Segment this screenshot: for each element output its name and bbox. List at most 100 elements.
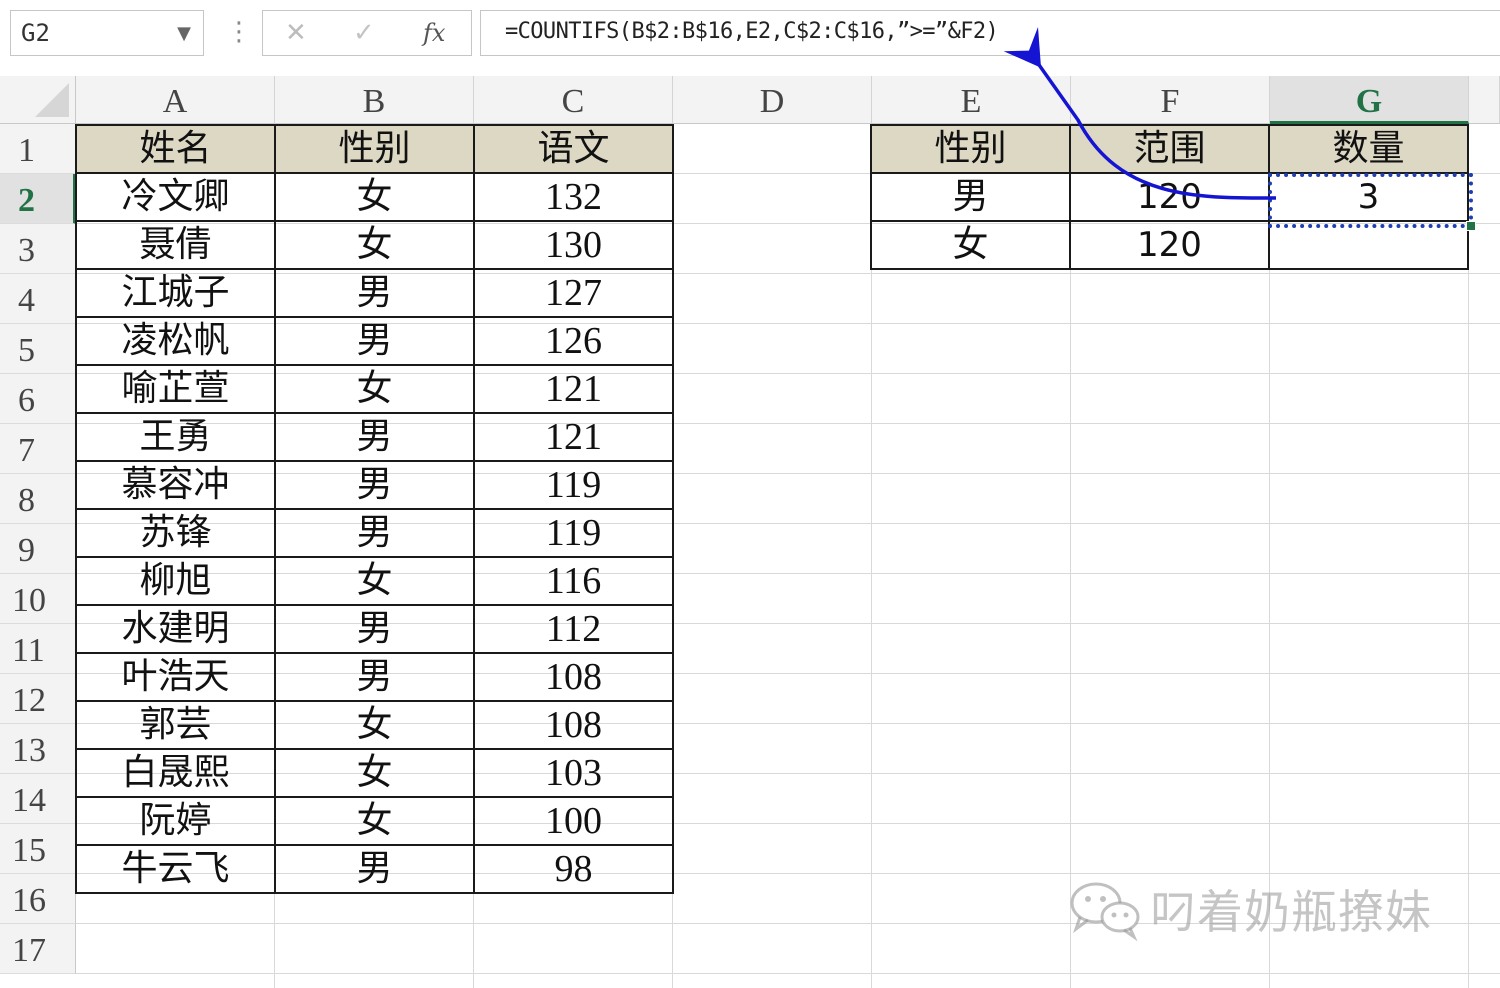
insert-function-button[interactable]: fx xyxy=(423,15,445,51)
lookup-table-cell[interactable]: 女 xyxy=(870,220,1071,270)
enter-button[interactable]: ✓ xyxy=(353,15,375,51)
data-table-cell[interactable]: 108 xyxy=(473,700,674,750)
data-table-cell[interactable]: 98 xyxy=(473,844,674,894)
data-table-cell[interactable]: 男 xyxy=(274,412,475,462)
data-table-cell[interactable]: 男 xyxy=(274,268,475,318)
row-header-5[interactable]: 5 xyxy=(0,324,76,374)
formula-buttons: ✕ ✓ fx xyxy=(262,10,472,56)
data-table-cell[interactable]: 女 xyxy=(274,556,475,606)
data-table-row: 牛云飞男 98 xyxy=(75,844,674,894)
row-header-16[interactable]: 16 xyxy=(0,874,76,924)
column-header-d[interactable]: D xyxy=(673,76,872,124)
row-header-14[interactable]: 14 xyxy=(0,774,76,824)
data-table-cell[interactable]: 132 xyxy=(473,172,674,222)
lookup-table-row: 男 120 3 xyxy=(870,172,1469,222)
data-table-cell[interactable]: 男 xyxy=(274,508,475,558)
lookup-table-cell[interactable] xyxy=(1268,220,1469,270)
data-table-cell[interactable]: 苏锋 xyxy=(75,508,276,558)
lookup-table-cell[interactable]: 120 xyxy=(1069,172,1270,222)
row-header-9[interactable]: 9 xyxy=(0,524,76,574)
data-table-cell[interactable]: 女 xyxy=(274,700,475,750)
data-table-cell[interactable]: 女 xyxy=(274,748,475,798)
data-table-cell[interactable]: 119 xyxy=(473,460,674,510)
select-all-button[interactable] xyxy=(0,76,76,124)
data-table-cell[interactable]: 108 xyxy=(473,652,674,702)
row-header-7[interactable]: 7 xyxy=(0,424,76,474)
column-header-f[interactable]: F xyxy=(1071,76,1270,124)
column-header-e[interactable]: E xyxy=(872,76,1071,124)
data-table-cell[interactable]: 水建明 xyxy=(75,604,276,654)
row-header-6[interactable]: 6 xyxy=(0,374,76,424)
data-table-cell[interactable]: 叶浩天 xyxy=(75,652,276,702)
data-table-cell[interactable]: 女 xyxy=(274,220,475,270)
row-header-2[interactable]: 2 xyxy=(0,174,76,224)
data-table-cell[interactable]: 喻芷萱 xyxy=(75,364,276,414)
lookup-table-body: 男 120 3 女 120 xyxy=(870,172,1469,270)
cancel-button[interactable]: ✕ xyxy=(285,15,307,51)
data-table-cell[interactable]: 聂倩 xyxy=(75,220,276,270)
data-table-cell[interactable]: 白晟熙 xyxy=(75,748,276,798)
data-table-cell[interactable]: 女 xyxy=(274,796,475,846)
row-header-13[interactable]: 13 xyxy=(0,724,76,774)
data-table-cell[interactable]: 130 xyxy=(473,220,674,270)
more-vertical-icon[interactable]: ⋮ xyxy=(226,14,252,50)
row-header-8[interactable]: 8 xyxy=(0,474,76,524)
lookup-table-header-cell[interactable]: 范围 xyxy=(1069,124,1270,174)
data-table-cell[interactable]: 121 xyxy=(473,364,674,414)
column-header-g[interactable]: G xyxy=(1270,76,1469,124)
data-table-cell[interactable]: 男 xyxy=(274,316,475,366)
data-table-row: 喻芷萱女 121 xyxy=(75,364,674,414)
row-header-17[interactable]: 17 xyxy=(0,924,76,974)
data-table-cell[interactable]: 王勇 xyxy=(75,412,276,462)
data-table-cell[interactable]: 郭芸 xyxy=(75,700,276,750)
data-table-row: 柳旭女 116 xyxy=(75,556,674,606)
data-table-cell[interactable]: 慕容冲 xyxy=(75,460,276,510)
data-table-cell[interactable]: 柳旭 xyxy=(75,556,276,606)
column-header-a[interactable]: A xyxy=(76,76,275,124)
data-table-cell[interactable]: 女 xyxy=(274,172,475,222)
data-table-header-cell[interactable]: 语文 xyxy=(473,124,674,174)
data-table-cell[interactable]: 男 xyxy=(274,604,475,654)
data-table-cell[interactable]: 冷文卿 xyxy=(75,172,276,222)
row-header-12[interactable]: 12 xyxy=(0,674,76,724)
data-table-cell[interactable]: 126 xyxy=(473,316,674,366)
data-table-cell[interactable]: 女 xyxy=(274,364,475,414)
data-table-cell[interactable]: 阮婷 xyxy=(75,796,276,846)
data-table-cell[interactable]: 127 xyxy=(473,268,674,318)
data-table-header-cell[interactable]: 姓名 xyxy=(75,124,276,174)
data-table-header-cell[interactable]: 性别 xyxy=(274,124,475,174)
data-table-cell[interactable]: 103 xyxy=(473,748,674,798)
row-header-3[interactable]: 3 xyxy=(0,224,76,274)
lookup-table-cell[interactable]: 男 xyxy=(870,172,1071,222)
lookup-table-cell[interactable]: 120 xyxy=(1069,220,1270,270)
data-table-body: 冷文卿女 132 聂倩女 130 江城子男 127 凌松帆男 126 喻芷萱女 121 王勇男 121… xyxy=(75,172,674,894)
name-box[interactable]: G2 ▼ xyxy=(10,10,204,56)
row-header-4[interactable]: 4 xyxy=(0,274,76,324)
row-header-1[interactable]: 1 xyxy=(0,124,76,174)
data-table-cell[interactable]: 112 xyxy=(473,604,674,654)
watermark-text: 叼着奶瓶撩妹 xyxy=(1150,885,1432,939)
row-header-15[interactable]: 15 xyxy=(0,824,76,874)
data-table-cell[interactable]: 116 xyxy=(473,556,674,606)
data-table-cell[interactable]: 男 xyxy=(274,460,475,510)
data-table-cell[interactable]: 119 xyxy=(473,508,674,558)
data-table-cell[interactable]: 121 xyxy=(473,412,674,462)
data-table-cell[interactable]: 江城子 xyxy=(75,268,276,318)
chevron-down-icon[interactable]: ▼ xyxy=(177,23,191,44)
lookup-table-header-cell[interactable]: 性别 xyxy=(870,124,1071,174)
column-header-c[interactable]: C xyxy=(474,76,673,124)
formula-input[interactable]: =COUNTIFS(B$2:B$16,E2,C$2:C$16,”>=”&F2) xyxy=(480,10,1500,56)
lookup-table-header-cell[interactable]: 数量 xyxy=(1268,124,1469,174)
lookup-table-cell[interactable]: 3 xyxy=(1268,172,1469,222)
column-header-h[interactable] xyxy=(1469,76,1500,124)
data-table-cell[interactable]: 100 xyxy=(473,796,674,846)
data-table-row: 郭芸女 108 xyxy=(75,700,674,750)
row-header-11[interactable]: 11 xyxy=(0,624,76,674)
column-header-b[interactable]: B xyxy=(275,76,474,124)
data-table-cell[interactable]: 男 xyxy=(274,652,475,702)
data-table-cell[interactable]: 牛云飞 xyxy=(75,844,276,894)
data-table-cell[interactable]: 男 xyxy=(274,844,475,894)
data-table-cell[interactable]: 凌松帆 xyxy=(75,316,276,366)
row-header-10[interactable]: 10 xyxy=(0,574,76,624)
select-all-icon xyxy=(35,83,69,117)
